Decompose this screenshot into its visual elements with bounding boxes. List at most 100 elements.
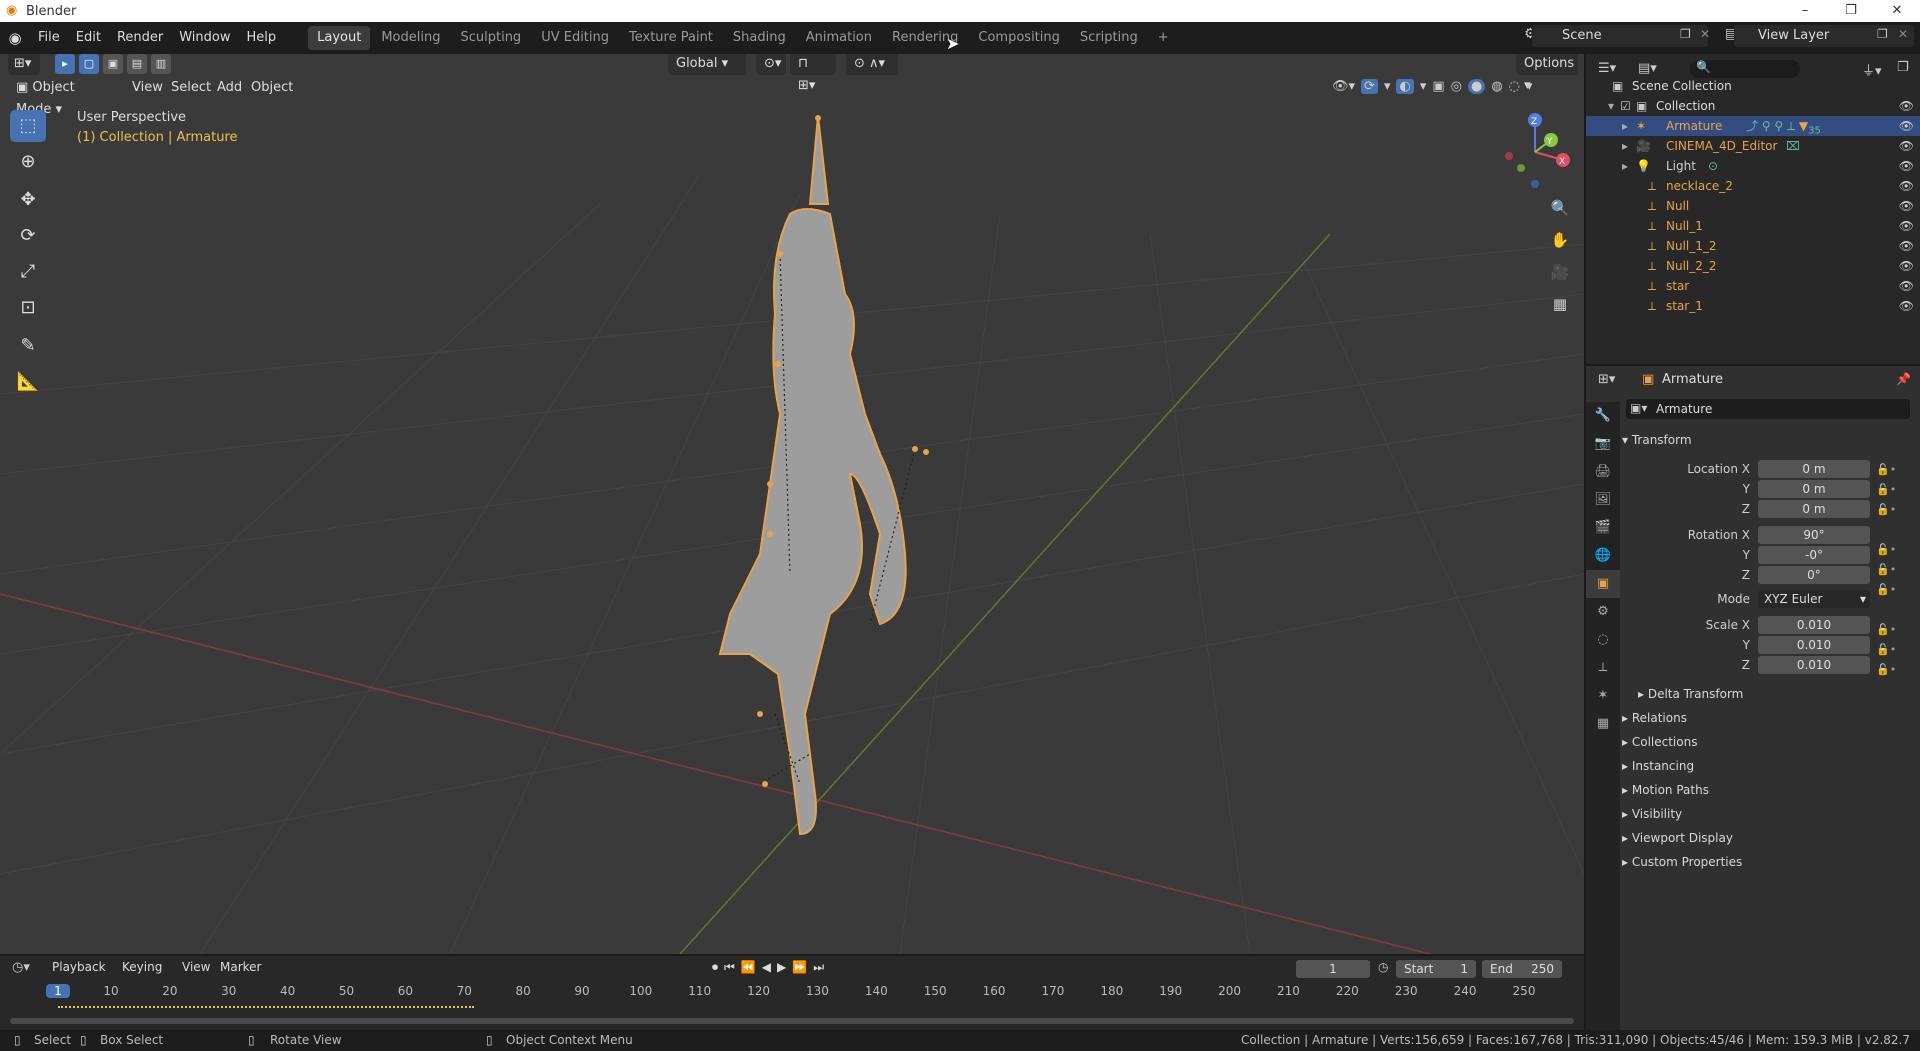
menu-file[interactable]: File	[30, 22, 68, 54]
visibility-eye-icon[interactable]: 👁	[1899, 136, 1914, 156]
scale-x-field[interactable]: 0.010	[1758, 616, 1870, 634]
rendered-shading-icon[interactable]: ◌	[1509, 79, 1520, 94]
outliner-item-camera[interactable]: ▸ 🎥 CINEMA_4D_Editor ⌧ 👁	[1586, 136, 1920, 156]
select-mode-icons[interactable]: ▸ ▢ ▣ ▤ ▥	[55, 54, 185, 76]
solid-shading-icon[interactable]: ●	[1467, 79, 1486, 94]
transform-orientation-dropdown[interactable]: Global ▾	[668, 54, 746, 75]
proportional-edit-toggle[interactable]: ⊙ ∧▾	[846, 54, 898, 75]
location-x-field[interactable]: 0 m	[1758, 460, 1870, 478]
delta-transform-header[interactable]: ▸ Delta Transform	[1638, 684, 1743, 704]
visibility-icon[interactable]: 👁▾	[1332, 79, 1355, 94]
tab-scripting[interactable]: Scripting	[1071, 26, 1147, 50]
tab-sculpting[interactable]: Sculpting	[451, 26, 530, 50]
minimize-button[interactable]: –	[1782, 0, 1828, 22]
editor-type-button[interactable]: ⊞▾	[8, 54, 40, 75]
visibility-eye-icon[interactable]: 👁	[1899, 156, 1914, 176]
move-tool-icon[interactable]: ✥	[10, 184, 46, 216]
delete-view-layer-icon[interactable]: ✕	[1898, 27, 1908, 41]
ortho-grid-icon[interactable]: ▦	[1546, 290, 1574, 318]
pan-hand-icon[interactable]: ✋	[1546, 226, 1574, 254]
rotation-y-field[interactable]: -0°	[1758, 546, 1870, 564]
outliner-item-null-1[interactable]: ⟂ Null_1 👁	[1586, 216, 1920, 236]
menu-object[interactable]: Object	[251, 77, 293, 99]
scale-tool-icon[interactable]: ⤢	[10, 256, 46, 288]
timeline[interactable]: ◷▾ Playback Keying View Marker ⏺ ⏮ ⏪ ◀ ▶…	[0, 954, 1584, 1030]
expand-chevron-icon[interactable]: ▸	[1622, 116, 1628, 136]
tweak-select-icon[interactable]: ▸	[55, 54, 75, 74]
gizmo-dropdown-icon[interactable]: ▾	[1384, 79, 1391, 94]
frame-ruler[interactable]: 1 10 20 30 40 50 60 70 80 90 100 110 120 130 140 150 160…	[0, 956, 1584, 1002]
new-view-layer-icon[interactable]: ❐	[1877, 27, 1888, 41]
pin-icon[interactable]: 📌	[1896, 372, 1911, 386]
delete-scene-icon[interactable]: ✕	[1700, 27, 1710, 41]
menu-view[interactable]: View	[132, 77, 163, 99]
maximize-button[interactable]: ❐	[1828, 0, 1874, 22]
view-layer-tab-icon[interactable]: 🖼	[1586, 486, 1620, 514]
outliner-item-star-1[interactable]: ⟂ star_1 👁	[1586, 296, 1920, 316]
instancing-panel-header[interactable]: ▸ Instancing	[1622, 756, 1694, 776]
data-tab-icon[interactable]: ✶	[1586, 682, 1620, 710]
zoom-icon[interactable]: 🔍	[1546, 194, 1574, 222]
menu-render[interactable]: Render	[109, 22, 171, 54]
shading-dropdown-icon[interactable]: ▾	[1526, 79, 1533, 94]
overlay-dropdown-icon[interactable]: ▾	[1420, 79, 1427, 94]
box-select-intersect-icon[interactable]: ▥	[151, 54, 171, 74]
camera-view-icon[interactable]: 🎥	[1546, 258, 1574, 286]
visibility-eye-icon[interactable]: 👁	[1899, 116, 1914, 136]
select-tool-icon[interactable]: ⬚	[10, 110, 46, 142]
gizmo-icon[interactable]: ⟳	[1361, 79, 1378, 94]
location-y-field[interactable]: 0 m	[1758, 480, 1870, 498]
viewport-display-panel-header[interactable]: ▸ Viewport Display	[1622, 828, 1733, 848]
properties-editor-type-icon[interactable]: ⊞▾	[1598, 372, 1615, 387]
menu-select[interactable]: Select	[171, 77, 211, 99]
timeline-scrollbar[interactable]	[10, 1018, 1574, 1024]
visibility-eye-icon[interactable]: 👁	[1899, 176, 1914, 196]
object-type-icon[interactable]: ▣▾	[1630, 401, 1647, 415]
box-select-extend-icon[interactable]: ▣	[103, 54, 123, 74]
viewport-shading-icons[interactable]: 👁▾ ⟳ ▾ ◐ ▾ ▣ ◎ ● ◍ ◌ ▾	[1332, 79, 1533, 94]
cursor-tool-icon[interactable]: ⊕	[10, 146, 46, 178]
visibility-eye-icon[interactable]: 👁	[1899, 296, 1914, 316]
visibility-eye-icon[interactable]: 👁	[1899, 256, 1914, 276]
blender-menu-icon[interactable]: ◉	[0, 29, 30, 47]
constraints-tab-icon[interactable]: ⟂	[1586, 654, 1620, 682]
output-tab-icon[interactable]: 🖨	[1586, 458, 1620, 486]
outliner-item-star[interactable]: ⟂ star 👁	[1586, 276, 1920, 296]
snap-toggle[interactable]: ⊓ ⊞▾	[790, 54, 836, 93]
outliner-editor-type-icon[interactable]: ☰▾	[1598, 61, 1616, 76]
pivot-point-dropdown[interactable]: ⊙▾	[756, 54, 786, 75]
collection-checkbox[interactable]: ☑	[1620, 96, 1631, 116]
collapse-chevron-icon[interactable]: ▾	[1608, 96, 1614, 116]
outliner-item-null[interactable]: ⟂ Null 👁	[1586, 196, 1920, 216]
lock-icons[interactable]: 🔓• 🔓• 🔓• 🔓• 🔓• 🔓• 🔓• 🔓• 🔓•	[1876, 460, 1906, 680]
annotate-tool-icon[interactable]: ✎	[10, 330, 46, 362]
rotation-x-field[interactable]: 90°	[1758, 526, 1870, 544]
armature-character[interactable]	[0, 54, 1584, 954]
outliner-item-armature[interactable]: ▸ ✶ Armature ⤴ ⚲ ⚲ ⟂ ▼35 👁	[1586, 116, 1920, 136]
object-name-field[interactable]: Armature	[1626, 399, 1910, 419]
rotation-mode-dropdown[interactable]: XYZ Euler ▾	[1758, 590, 1870, 608]
rotate-tool-icon[interactable]: ⟳	[10, 220, 46, 252]
add-workspace-button[interactable]: +	[1149, 26, 1178, 50]
object-mode-dropdown[interactable]: ▣ Object Mode ▾	[8, 77, 120, 117]
scene-tab-icon[interactable]: 🎬	[1586, 514, 1620, 542]
world-tab-icon[interactable]: 🌐	[1586, 542, 1620, 570]
tab-shading[interactable]: Shading	[724, 26, 795, 50]
outliner-item-necklace[interactable]: ⟂ necklace_2 👁	[1586, 176, 1920, 196]
collections-panel-header[interactable]: ▸ Collections	[1622, 732, 1697, 752]
outliner-collection[interactable]: ▾ ☑ ▣ Collection 👁	[1586, 96, 1920, 116]
menu-help[interactable]: Help	[239, 22, 285, 54]
navigation-gizmo[interactable]: Z X Y	[1495, 112, 1575, 192]
custom-properties-panel-header[interactable]: ▸ Custom Properties	[1622, 852, 1742, 872]
expand-chevron-icon[interactable]: ▸	[1622, 136, 1628, 156]
modifier-tab-icon[interactable]: ⚙	[1586, 598, 1620, 626]
box-select-new-icon[interactable]: ▢	[79, 54, 99, 74]
scale-y-field[interactable]: 0.010	[1758, 636, 1870, 654]
tool-tab-icon[interactable]: 🔧	[1586, 402, 1620, 430]
object-tab-icon[interactable]: ▣	[1586, 570, 1620, 598]
rotation-z-field[interactable]: 0°	[1758, 566, 1870, 584]
box-select-subtract-icon[interactable]: ▤	[127, 54, 147, 74]
xray-icon[interactable]: ▣	[1432, 79, 1444, 94]
display-mode-icon[interactable]: ▤▾	[1638, 61, 1657, 76]
visibility-eye-icon[interactable]: 👁	[1899, 276, 1914, 296]
